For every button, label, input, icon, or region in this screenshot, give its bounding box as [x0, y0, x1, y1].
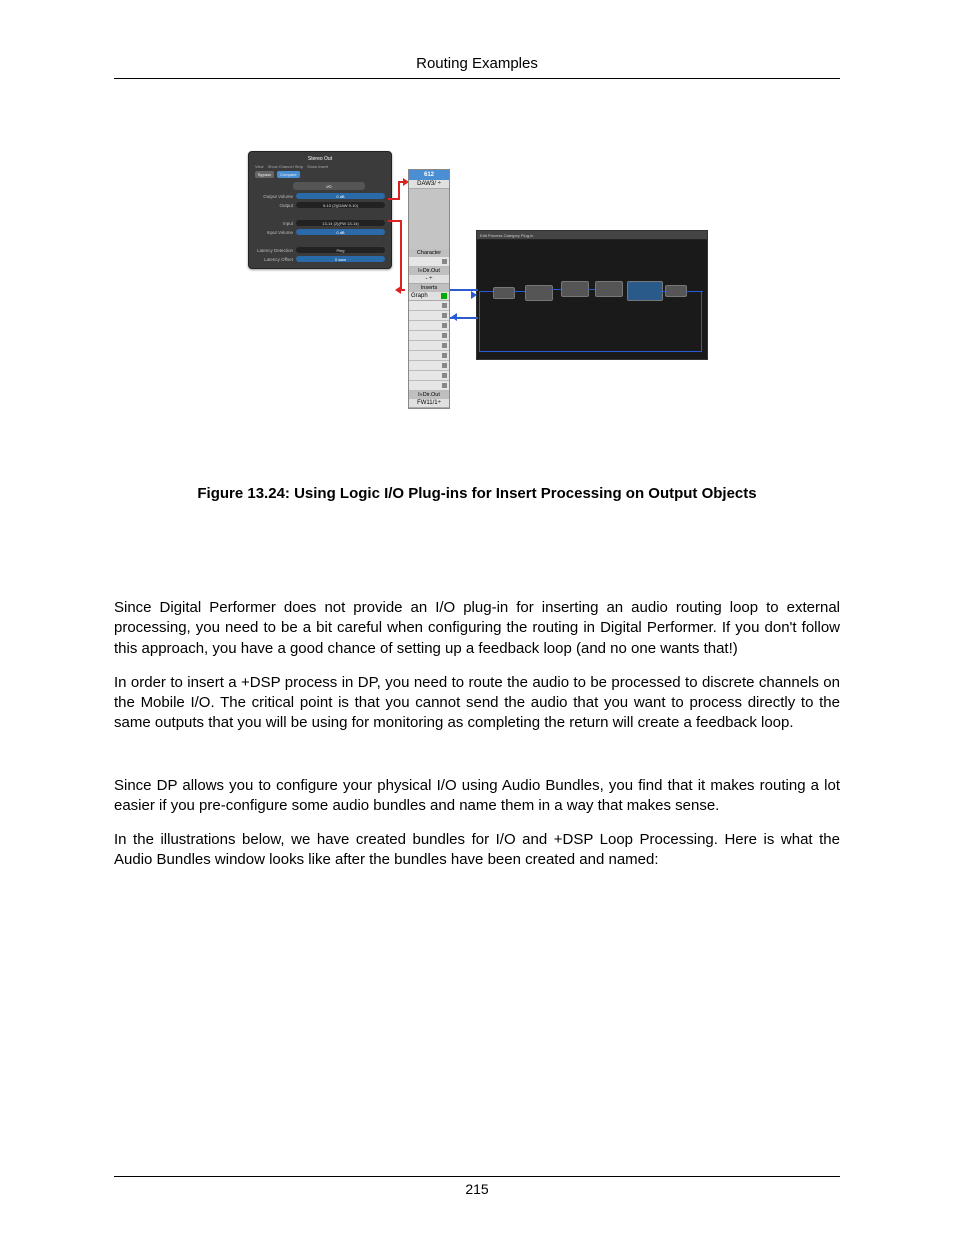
- arrow-icon: [471, 291, 477, 299]
- row-value: Ping: [296, 247, 385, 253]
- graph-node: [493, 287, 515, 299]
- figure-caption: Figure 13.24: Using Logic I/O Plug-ins f…: [114, 485, 840, 502]
- body-paragraph: In the illustrations below, we have crea…: [114, 830, 840, 871]
- strip-dirout2-label: I»Dir.Out: [409, 391, 449, 399]
- bypass-button[interactable]: Bypass: [255, 171, 274, 178]
- plugin-window: Stereo Out View Show Channel Strip Show …: [248, 151, 392, 269]
- graph-node: [525, 285, 553, 301]
- dropdown-icon[interactable]: [442, 323, 447, 328]
- row-value: 0 dB: [296, 229, 385, 235]
- dropdown-icon[interactable]: [442, 313, 447, 318]
- graph-window: Edit Process Category Plug-in: [476, 230, 708, 360]
- graph-node: [627, 281, 663, 301]
- footer-rule: [114, 1176, 840, 1177]
- row-value: 13-14 (2)(FW 13-14): [296, 220, 385, 226]
- dropdown-icon[interactable]: [442, 373, 447, 378]
- body-paragraph: In order to insert a +DSP process in DP,…: [114, 673, 840, 734]
- signal-line: [400, 220, 402, 290]
- header-rule: [114, 78, 840, 79]
- dropdown-icon[interactable]: [442, 333, 447, 338]
- strip-dirout-label: I»Dir.Out: [409, 267, 449, 275]
- graph-indicator-icon: [441, 293, 447, 299]
- graph-node: [561, 281, 589, 297]
- graph-toolbar: Edit Process Category Plug-in: [477, 231, 707, 240]
- dropdown-icon[interactable]: [442, 353, 447, 358]
- row-value: 0 sam: [296, 256, 385, 262]
- signal-line: [388, 220, 400, 222]
- row-label: Latency Offset: [255, 257, 293, 262]
- plugin-toolbar-item: Show Insert: [307, 164, 328, 169]
- plugin-toolbar-item: Show Channel Strip: [268, 164, 303, 169]
- figure: Stereo Out View Show Channel Strip Show …: [114, 147, 840, 457]
- dropdown-icon[interactable]: [442, 363, 447, 368]
- row-label: Input Volume: [255, 230, 293, 235]
- page-number: 215: [114, 1181, 840, 1197]
- page-header-title: Routing Examples: [114, 55, 840, 72]
- strip-route: DAW3/ ÷: [409, 180, 449, 189]
- signal-line: [398, 181, 400, 199]
- row-label: Output: [255, 203, 293, 208]
- dropdown-icon[interactable]: [442, 303, 447, 308]
- row-label: Output Volume: [255, 194, 293, 199]
- arrow-icon: [395, 286, 401, 294]
- dropdown-icon[interactable]: [442, 343, 447, 348]
- plugin-title: Stereo Out: [255, 156, 385, 162]
- compare-button[interactable]: Compare: [277, 171, 299, 178]
- row-label: Latency Detection: [255, 248, 293, 253]
- strip-character-label: Character: [409, 249, 449, 257]
- strip-graph-row: Graph: [409, 292, 449, 301]
- graph-node: [665, 285, 687, 297]
- plugin-toolbar-item: View: [255, 164, 264, 169]
- body-paragraph: Since DP allows you to configure your ph…: [114, 776, 840, 817]
- channel-strip: 612 DAW3/ ÷ Character I»Dir.Out - ÷ Inse…: [408, 169, 450, 409]
- strip-number: 612: [409, 170, 449, 180]
- body-paragraph: Since Digital Performer does not provide…: [114, 598, 840, 659]
- io-section-label: I/O: [293, 182, 365, 190]
- dropdown-icon[interactable]: [442, 383, 447, 388]
- strip-inserts-label: Inserts: [409, 284, 449, 292]
- strip-dash: - ÷: [409, 275, 449, 284]
- graph-node: [595, 281, 623, 297]
- row-value: 0 dB: [296, 193, 385, 199]
- strip-fw: FW11/1÷: [409, 399, 449, 408]
- arrow-icon: [451, 313, 457, 321]
- dropdown-icon[interactable]: [442, 259, 447, 264]
- row-value: 9-10 (2)(DAW 9-10): [296, 202, 385, 208]
- row-label: Input: [255, 221, 293, 226]
